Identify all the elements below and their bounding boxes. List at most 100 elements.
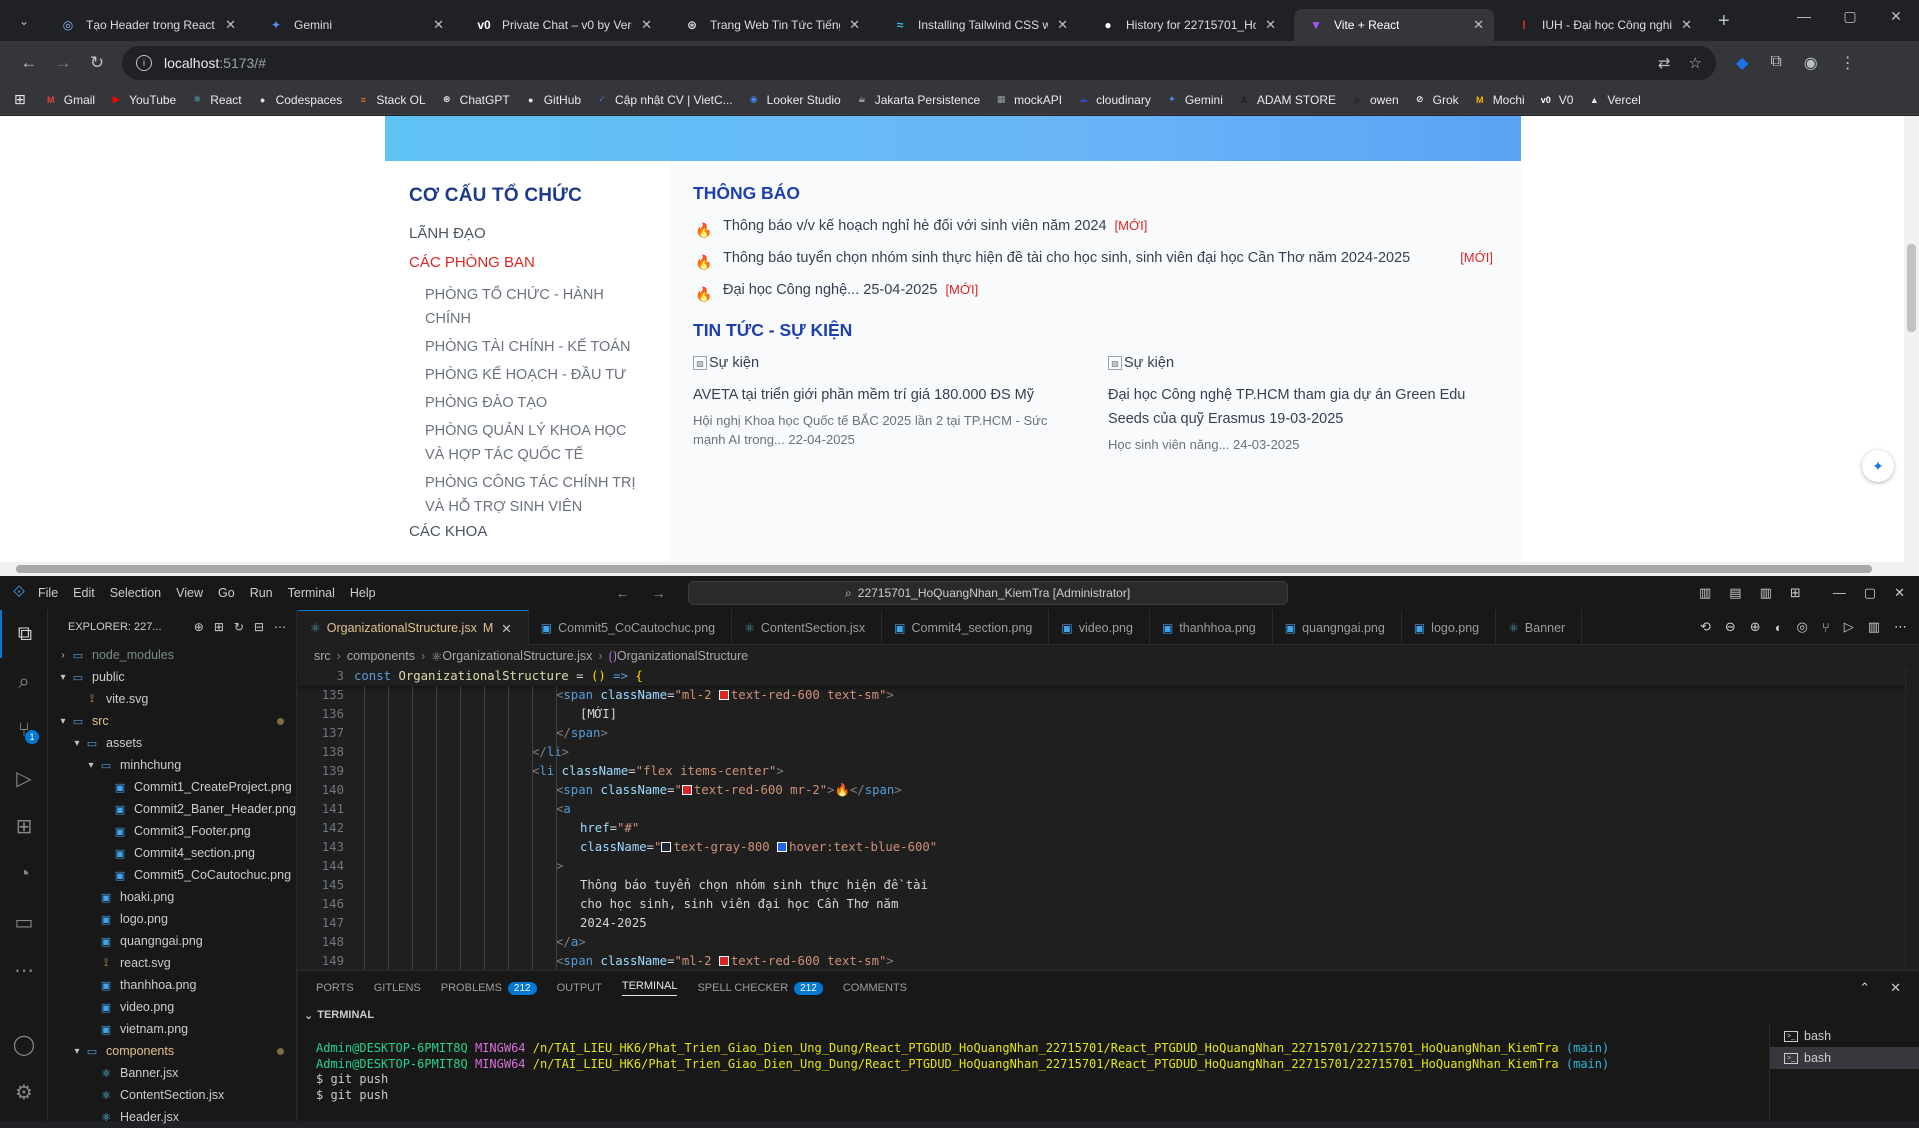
- tree-item[interactable]: ▾ ▭ src: [48, 710, 296, 732]
- menu-go[interactable]: Go: [218, 586, 235, 600]
- bookmark-item[interactable]: ☁ cloudinary: [1076, 93, 1151, 107]
- code-view[interactable]: 3 const OrganizationalStructure = () => {…: [298, 667, 1919, 971]
- org-departments-link[interactable]: CÁC PHÒNG BAN: [409, 254, 669, 271]
- tree-item[interactable]: ⚛ Banner.jsx: [48, 1062, 296, 1084]
- tree-item[interactable]: ▣ logo.png: [48, 908, 296, 930]
- bookmark-item[interactable]: ▶ YouTube: [109, 93, 177, 107]
- apps-grid-icon[interactable]: ⊞: [14, 91, 26, 108]
- nav-forward-icon[interactable]: →: [652, 585, 666, 601]
- news-headline[interactable]: Đại học Công nghệ TP.HCM tham gia dự án …: [1108, 383, 1493, 431]
- tree-item[interactable]: ▣ Commit4_section.png: [48, 842, 296, 864]
- more-icon[interactable]: ⋯: [1894, 619, 1907, 635]
- panel-tab-terminal[interactable]: TERMINAL: [621, 980, 678, 996]
- layout-icon[interactable]: ⊞: [1790, 585, 1801, 601]
- terminal-output[interactable]: Admin@DESKTOP-6PMIT8Q MINGW64 /n/TAI_LIE…: [316, 1041, 1609, 1103]
- new-tab-icon[interactable]: +: [1718, 10, 1730, 33]
- menu-help[interactable]: Help: [350, 586, 376, 600]
- toggle-secondary-sidebar-icon[interactable]: ▥: [1760, 585, 1772, 601]
- editor-tab[interactable]: ⚛ OrganizationalStructure.jsx M ✕: [298, 610, 529, 645]
- code-line[interactable]: 142 href="#": [298, 819, 1919, 838]
- tree-item[interactable]: ⟟ react.svg: [48, 952, 296, 974]
- forward-icon[interactable]: →: [46, 46, 80, 80]
- browser-tab[interactable]: ✦ Gemini ✕: [254, 9, 454, 41]
- minimize-icon[interactable]: —: [1833, 585, 1846, 601]
- toggle-panel-icon[interactable]: ▤: [1729, 585, 1741, 601]
- bookmark-item[interactable]: M Gmail: [44, 93, 95, 107]
- tree-item[interactable]: ▾ ▭ assets: [48, 732, 296, 754]
- breadcrumb-item[interactable]: components: [347, 649, 415, 663]
- maximize-icon[interactable]: ▢: [1864, 585, 1876, 601]
- profile-avatar[interactable]: ◉: [1804, 53, 1818, 73]
- code-line[interactable]: 137 </span>: [298, 724, 1919, 743]
- bookmark-item[interactable]: ▲ Vercel: [1587, 93, 1641, 107]
- bookmark-item[interactable]: ▦ mockAPI: [994, 93, 1062, 107]
- breadcrumb-item[interactable]: OrganizationalStructure: [617, 649, 748, 663]
- panel-tab-gitlens[interactable]: GITLENS: [374, 982, 421, 994]
- terminal-instance[interactable]: >_ bash: [1770, 1047, 1919, 1069]
- toggle-sidebar-icon[interactable]: ▥: [1699, 585, 1711, 601]
- bookmark-item[interactable]: ● Codespaces: [256, 93, 342, 107]
- git-graph-icon[interactable]: ⑂: [1822, 620, 1830, 635]
- code-line[interactable]: 147 2024-2025: [298, 914, 1919, 933]
- bookmark-item[interactable]: ◉ Looker Studio: [747, 93, 841, 107]
- browser-tab[interactable]: v0 Private Chat – v0 by Vercel ✕: [462, 9, 662, 41]
- close-tab-icon[interactable]: ✕: [1681, 17, 1692, 33]
- command-center-search[interactable]: ⌕ 22715701_HoQuangNhan_KiemTra [Administ…: [687, 581, 1288, 605]
- tree-item[interactable]: ▣ Commit2_Baner_Header.png: [48, 798, 296, 820]
- close-tab-icon[interactable]: ✕: [225, 17, 236, 33]
- menu-terminal[interactable]: Terminal: [288, 586, 335, 600]
- code-line[interactable]: 148 </a>: [298, 933, 1919, 952]
- page-horizontal-scrollbar[interactable]: [0, 562, 1919, 576]
- org-faculties-link[interactable]: CÁC KHOA: [409, 523, 669, 540]
- news-headline[interactable]: AVETA tại triển giới phần mềm trí giá 18…: [693, 383, 1078, 407]
- tree-item[interactable]: ⚛ Header.jsx: [48, 1106, 296, 1128]
- maximize-icon[interactable]: ▢: [1827, 0, 1873, 32]
- code-line[interactable]: 135 <span className="ml-2 text-red-600 te…: [298, 686, 1919, 705]
- split-editor-icon[interactable]: ▥: [1868, 619, 1880, 635]
- department-link[interactable]: PHÒNG KẾ HOẠCH - ĐẦU TƯ: [409, 363, 669, 387]
- code-line[interactable]: 139 <li className="flex items-center">: [298, 762, 1919, 781]
- editor-tab[interactable]: ▣ video.png: [1049, 610, 1150, 645]
- chevron-down-icon[interactable]: ⌄: [304, 1009, 313, 1022]
- address-bar[interactable]: i localhost:5173/# ⇄ ☆: [122, 46, 1716, 80]
- close-panel-icon[interactable]: ✕: [1890, 980, 1901, 996]
- menu-view[interactable]: View: [176, 586, 203, 600]
- menu-file[interactable]: File: [38, 586, 58, 600]
- editor-tab[interactable]: ⚛ Banner: [1496, 610, 1583, 645]
- code-line[interactable]: 145 Thông báo tuyển chọn nhóm sinh thực h…: [298, 876, 1919, 895]
- news-card[interactable]: ▨ Sự kiện AVETA tại triển giới phần mềm tr…: [693, 355, 1078, 454]
- nav-back-icon[interactable]: ←: [616, 585, 630, 601]
- bookmark-item[interactable]: ✓ Cập nhật CV | VietC...: [595, 93, 732, 107]
- code-line[interactable]: 136 [MỚI]: [298, 705, 1919, 724]
- code-line[interactable]: 146 cho học sinh, sinh viên đại học Cần T…: [298, 895, 1919, 914]
- code-line[interactable]: 144 >: [298, 857, 1919, 876]
- tree-item[interactable]: ▣ quangngai.png: [48, 930, 296, 952]
- tree-item[interactable]: ▣ Commit1_CreateProject.png: [48, 776, 296, 798]
- source-control-icon[interactable]: ⑂ 1: [0, 706, 48, 754]
- history-icon[interactable]: ⟲: [1700, 619, 1711, 635]
- menu-selection[interactable]: Selection: [110, 586, 161, 600]
- tree-item[interactable]: ▣ Commit3_Footer.png: [48, 820, 296, 842]
- editor-tab[interactable]: ▣ Commit4_section.png: [882, 610, 1050, 645]
- department-link[interactable]: PHÒNG ĐÀO TẠO: [409, 391, 669, 415]
- tree-item[interactable]: › ▭ node_modules: [48, 644, 296, 666]
- browser-tab[interactable]: ≈ Installing Tailwind CSS with ✕: [878, 9, 1078, 41]
- run-debug-icon[interactable]: ▷: [0, 754, 48, 802]
- back-icon[interactable]: ←: [12, 46, 46, 80]
- code-line[interactable]: 138 </li>: [298, 743, 1919, 762]
- refresh-icon[interactable]: ↻: [234, 620, 244, 634]
- bookmark-star-icon[interactable]: ☆: [1689, 54, 1702, 72]
- search-icon[interactable]: ⌕: [0, 658, 48, 706]
- close-tab-icon[interactable]: ✕: [433, 17, 444, 33]
- tree-item[interactable]: ▣ thanhhoa.png: [48, 974, 296, 996]
- panel-tab-problems[interactable]: PROBLEMS 212: [441, 981, 537, 995]
- close-icon[interactable]: ✕: [1894, 585, 1905, 601]
- tab-search-icon[interactable]: ⌄: [12, 9, 36, 33]
- settings-gear-icon[interactable]: ⚙: [0, 1068, 48, 1116]
- panel-tab-spell-checker[interactable]: SPELL CHECKER 212: [697, 981, 823, 995]
- more-icon[interactable]: ⋯: [0, 946, 48, 994]
- tree-item[interactable]: ▾ ▭ minhchung: [48, 754, 296, 776]
- page-vertical-scrollbar[interactable]: [1904, 116, 1919, 562]
- department-link[interactable]: PHÒNG TÀI CHÍNH - KẾ TOÁN: [409, 335, 669, 359]
- tree-item[interactable]: ▣ video.png: [48, 996, 296, 1018]
